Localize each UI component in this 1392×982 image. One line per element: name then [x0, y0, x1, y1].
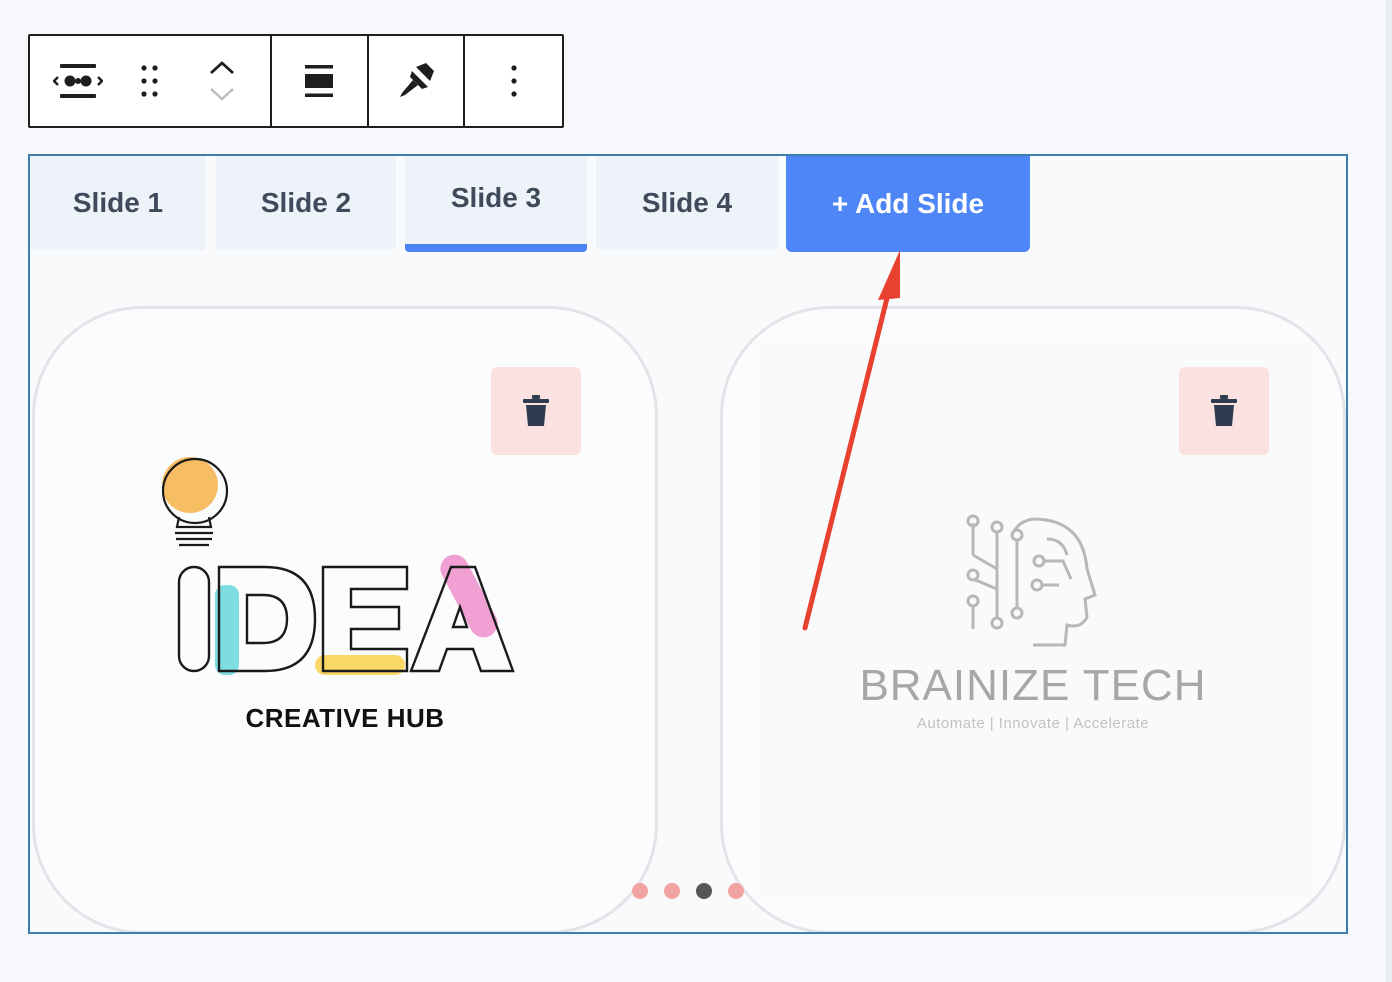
- slider-block-icon: [52, 64, 103, 98]
- drag-handle-icon: [141, 65, 158, 97]
- align-button[interactable]: [272, 36, 369, 126]
- tab-slide-1[interactable]: Slide 1: [30, 156, 206, 250]
- delete-slide-button[interactable]: [491, 367, 581, 455]
- idea-logo: [161, 457, 515, 675]
- move-up-icon: [210, 61, 235, 75]
- slide-title: BRAINIZE TECH: [859, 661, 1207, 710]
- align-icon: [305, 65, 334, 97]
- style-button[interactable]: [369, 36, 466, 126]
- brush-icon: [400, 63, 434, 97]
- tab-label: Slide 2: [260, 187, 352, 218]
- more-options-icon: [511, 65, 517, 97]
- toolbar-group-main: [30, 36, 272, 126]
- drag-handle-button[interactable]: [125, 36, 175, 126]
- move-up-button[interactable]: [209, 60, 235, 76]
- slide-caption: CREATIVE HUB: [245, 703, 445, 733]
- more-options-button[interactable]: [465, 36, 562, 126]
- slide-card-1: CREATIVE HUB: [32, 306, 658, 932]
- pagination-dot[interactable]: [728, 883, 744, 899]
- pagination-dot[interactable]: [664, 883, 680, 899]
- trash-icon: [1211, 395, 1237, 426]
- slider-block: Slide 1 Slide 2 Slide 3 Slide 4 + Add Sl…: [28, 154, 1348, 934]
- move-controls: [175, 36, 270, 126]
- slider-pagination: [632, 883, 744, 899]
- tab-label: Slide 3: [450, 182, 542, 213]
- add-slide-button[interactable]: + Add Slide: [786, 156, 1030, 252]
- delete-slide-button[interactable]: [1179, 367, 1269, 455]
- slide-card-2: BRAINIZE TECH Automate | Innovate | Acce…: [720, 306, 1346, 932]
- move-down-button[interactable]: [209, 86, 235, 102]
- tab-slide-3[interactable]: Slide 3: [405, 156, 587, 252]
- pagination-dot-active[interactable]: [696, 883, 712, 899]
- tab-slide-4[interactable]: Slide 4: [596, 156, 778, 250]
- add-slide-label: + Add Slide: [831, 188, 985, 219]
- block-toolbar: [28, 34, 564, 128]
- trash-icon: [523, 395, 549, 426]
- tab-label: Slide 4: [641, 187, 733, 218]
- slide-tagline: Automate | Innovate | Accelerate: [916, 715, 1150, 732]
- page-edge: [1386, 0, 1392, 982]
- move-down-icon: [210, 88, 235, 101]
- tab-label: Slide 1: [72, 187, 164, 218]
- brain-head-icon: [966, 514, 1097, 647]
- pagination-dot[interactable]: [632, 883, 648, 899]
- block-type-button[interactable]: [30, 36, 125, 126]
- tab-slide-2[interactable]: Slide 2: [216, 156, 396, 250]
